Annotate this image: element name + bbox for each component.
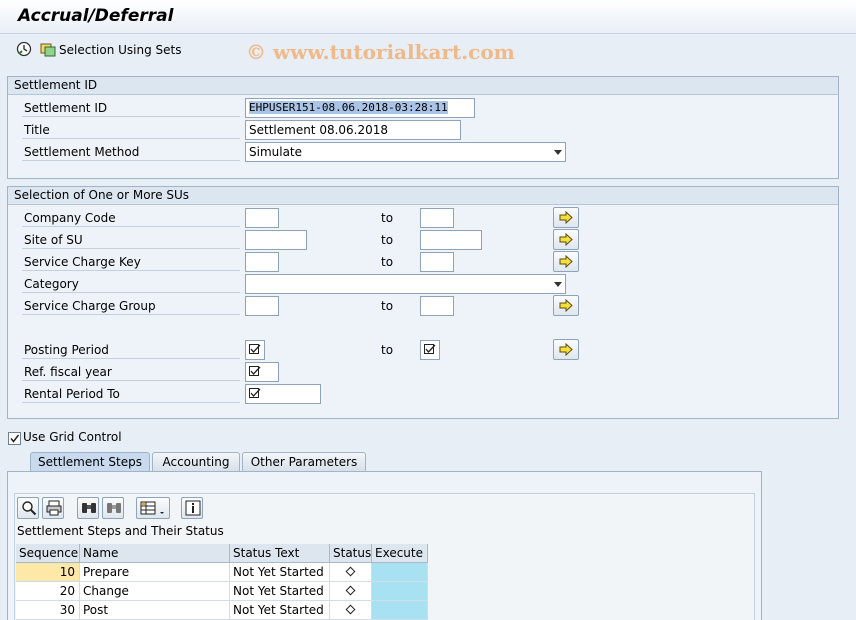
arrow-right-icon — [559, 343, 573, 356]
ref-fiscal-year-input[interactable] — [245, 362, 279, 382]
settlement-method-value: Simulate — [249, 145, 303, 159]
service-charge-group-from-input[interactable] — [245, 296, 279, 316]
posting-period-to-input[interactable] — [420, 340, 440, 360]
table-cell-status[interactable] — [330, 582, 372, 601]
category-label: Category — [22, 275, 240, 293]
settlement-id-label: Settlement ID — [22, 99, 240, 117]
arrow-right-icon — [559, 255, 573, 268]
arrow-right-icon — [559, 233, 573, 246]
group-header: Settlement ID — [8, 77, 838, 95]
settlement-id-field[interactable]: EHPUSER151-08.06.2018-03:28:11 — [245, 98, 475, 118]
ref-fiscal-year-label: Ref. fiscal year — [22, 363, 240, 381]
details-button[interactable] — [17, 497, 39, 519]
service-charge-key-multiple-selection-button[interactable] — [553, 251, 579, 272]
arrow-right-icon — [559, 211, 573, 224]
rental-period-to-label: Rental Period To — [22, 385, 240, 403]
page-title: Accrual/Deferral — [18, 6, 174, 26]
diamond-icon — [345, 566, 356, 577]
service-charge-group-multiple-selection-button[interactable] — [553, 295, 579, 316]
tab-settlement-steps[interactable]: Settlement Steps — [30, 452, 150, 472]
settlement-method-label: Settlement Method — [22, 143, 240, 161]
use-grid-control-label[interactable]: Use Grid Control — [23, 430, 122, 444]
required-check-icon — [424, 344, 436, 354]
selection-sets-icon[interactable] — [40, 41, 56, 57]
table-cell-name[interactable]: Prepare Accrual/Deferral — [80, 563, 230, 597]
column-header-status[interactable]: Status — [330, 544, 372, 563]
posting-period-label: Posting Period — [22, 341, 240, 359]
required-check-icon — [249, 388, 261, 398]
service-charge-key-label: Service Charge Key — [22, 253, 240, 271]
table-cell-sequence[interactable]: 10 — [16, 563, 80, 582]
binoculars-icon — [82, 503, 96, 513]
category-dropdown[interactable] — [245, 274, 566, 294]
table-cell-name[interactable]: Change — [80, 582, 230, 601]
table-cell-sequence[interactable]: 30 — [16, 601, 80, 620]
rental-period-to-input[interactable] — [245, 384, 321, 404]
diamond-icon — [345, 585, 356, 596]
magnifier-icon — [22, 501, 37, 516]
table-cell-status-text[interactable]: Not Yet Started — [230, 601, 330, 620]
title-field[interactable]: Settlement 08.06.2018 — [245, 120, 461, 140]
table-cell-sequence[interactable]: 20 — [16, 582, 80, 601]
diamond-icon — [345, 604, 356, 615]
site-of-su-multiple-selection-button[interactable] — [553, 229, 579, 250]
table-cell-execute[interactable] — [372, 582, 428, 601]
company-code-multiple-selection-button[interactable] — [553, 207, 579, 228]
grid-title: Settlement Steps and Their Status — [17, 524, 224, 538]
info-button[interactable] — [181, 497, 203, 519]
required-check-icon — [249, 344, 261, 354]
settlement-method-dropdown[interactable]: Simulate — [245, 142, 566, 162]
company-code-label: Company Code — [22, 209, 240, 227]
binoculars-next-icon — [107, 503, 121, 513]
table-cell-status[interactable] — [330, 563, 372, 582]
find-button[interactable] — [77, 497, 99, 519]
layout-grid-icon — [140, 501, 164, 515]
tab-other-parameters[interactable]: Other Parameters — [242, 452, 366, 471]
table-cell-status[interactable] — [330, 601, 372, 620]
column-header-sequence[interactable]: Sequence — [16, 544, 80, 563]
site-of-su-to-input[interactable] — [420, 230, 482, 250]
print-button[interactable] — [42, 497, 64, 519]
service-charge-key-from-input[interactable] — [245, 252, 279, 272]
execute-clock-icon[interactable] — [16, 41, 32, 57]
service-charge-key-to-input[interactable] — [420, 252, 454, 272]
site-of-su-from-input[interactable] — [245, 230, 307, 250]
table-cell-status-text[interactable]: Not Yet Started — [230, 563, 330, 582]
to-label: to — [381, 255, 394, 269]
table-cell-execute[interactable] — [372, 563, 428, 582]
title-label: Title — [22, 121, 240, 139]
layout-menu-button[interactable] — [136, 497, 170, 519]
watermark: © www.tutorialkart.com — [246, 40, 515, 64]
arrow-right-icon — [559, 299, 573, 312]
posting-period-from-input[interactable] — [245, 340, 265, 360]
site-of-su-label: Site of SU — [22, 231, 240, 249]
column-header-execute[interactable]: Execute — [372, 544, 428, 563]
print-icon — [46, 500, 62, 516]
group-header: Selection of One or More SUs — [8, 187, 838, 205]
to-label: to — [381, 299, 394, 313]
table-cell-name[interactable]: Post — [80, 601, 230, 620]
company-code-to-input[interactable] — [420, 208, 454, 228]
info-icon — [185, 500, 201, 516]
use-grid-control-checkbox[interactable] — [8, 432, 21, 445]
title-bar: Accrual/Deferral — [0, 0, 856, 34]
column-header-name[interactable]: Name — [80, 544, 230, 563]
tab-accounting[interactable]: Accounting — [152, 452, 240, 471]
to-label: to — [381, 233, 394, 247]
table-cell-execute[interactable] — [372, 601, 428, 620]
company-code-from-input[interactable] — [245, 208, 279, 228]
service-charge-group-label: Service Charge Group — [22, 297, 240, 315]
chevron-down-icon[interactable] — [554, 150, 562, 155]
to-label: to — [381, 343, 394, 357]
required-check-icon — [249, 366, 261, 376]
find-next-button[interactable] — [102, 497, 124, 519]
chevron-down-icon[interactable] — [554, 282, 562, 287]
service-charge-group-to-input[interactable] — [420, 296, 454, 316]
table-cell-status-text[interactable]: Not Yet Started — [230, 582, 330, 601]
to-label: to — [381, 211, 394, 225]
column-header-status-text[interactable]: Status Text — [230, 544, 330, 563]
selection-sets-button[interactable]: Selection Using Sets — [59, 43, 181, 57]
checkmark-icon — [10, 434, 20, 443]
posting-period-multiple-selection-button[interactable] — [553, 339, 579, 360]
